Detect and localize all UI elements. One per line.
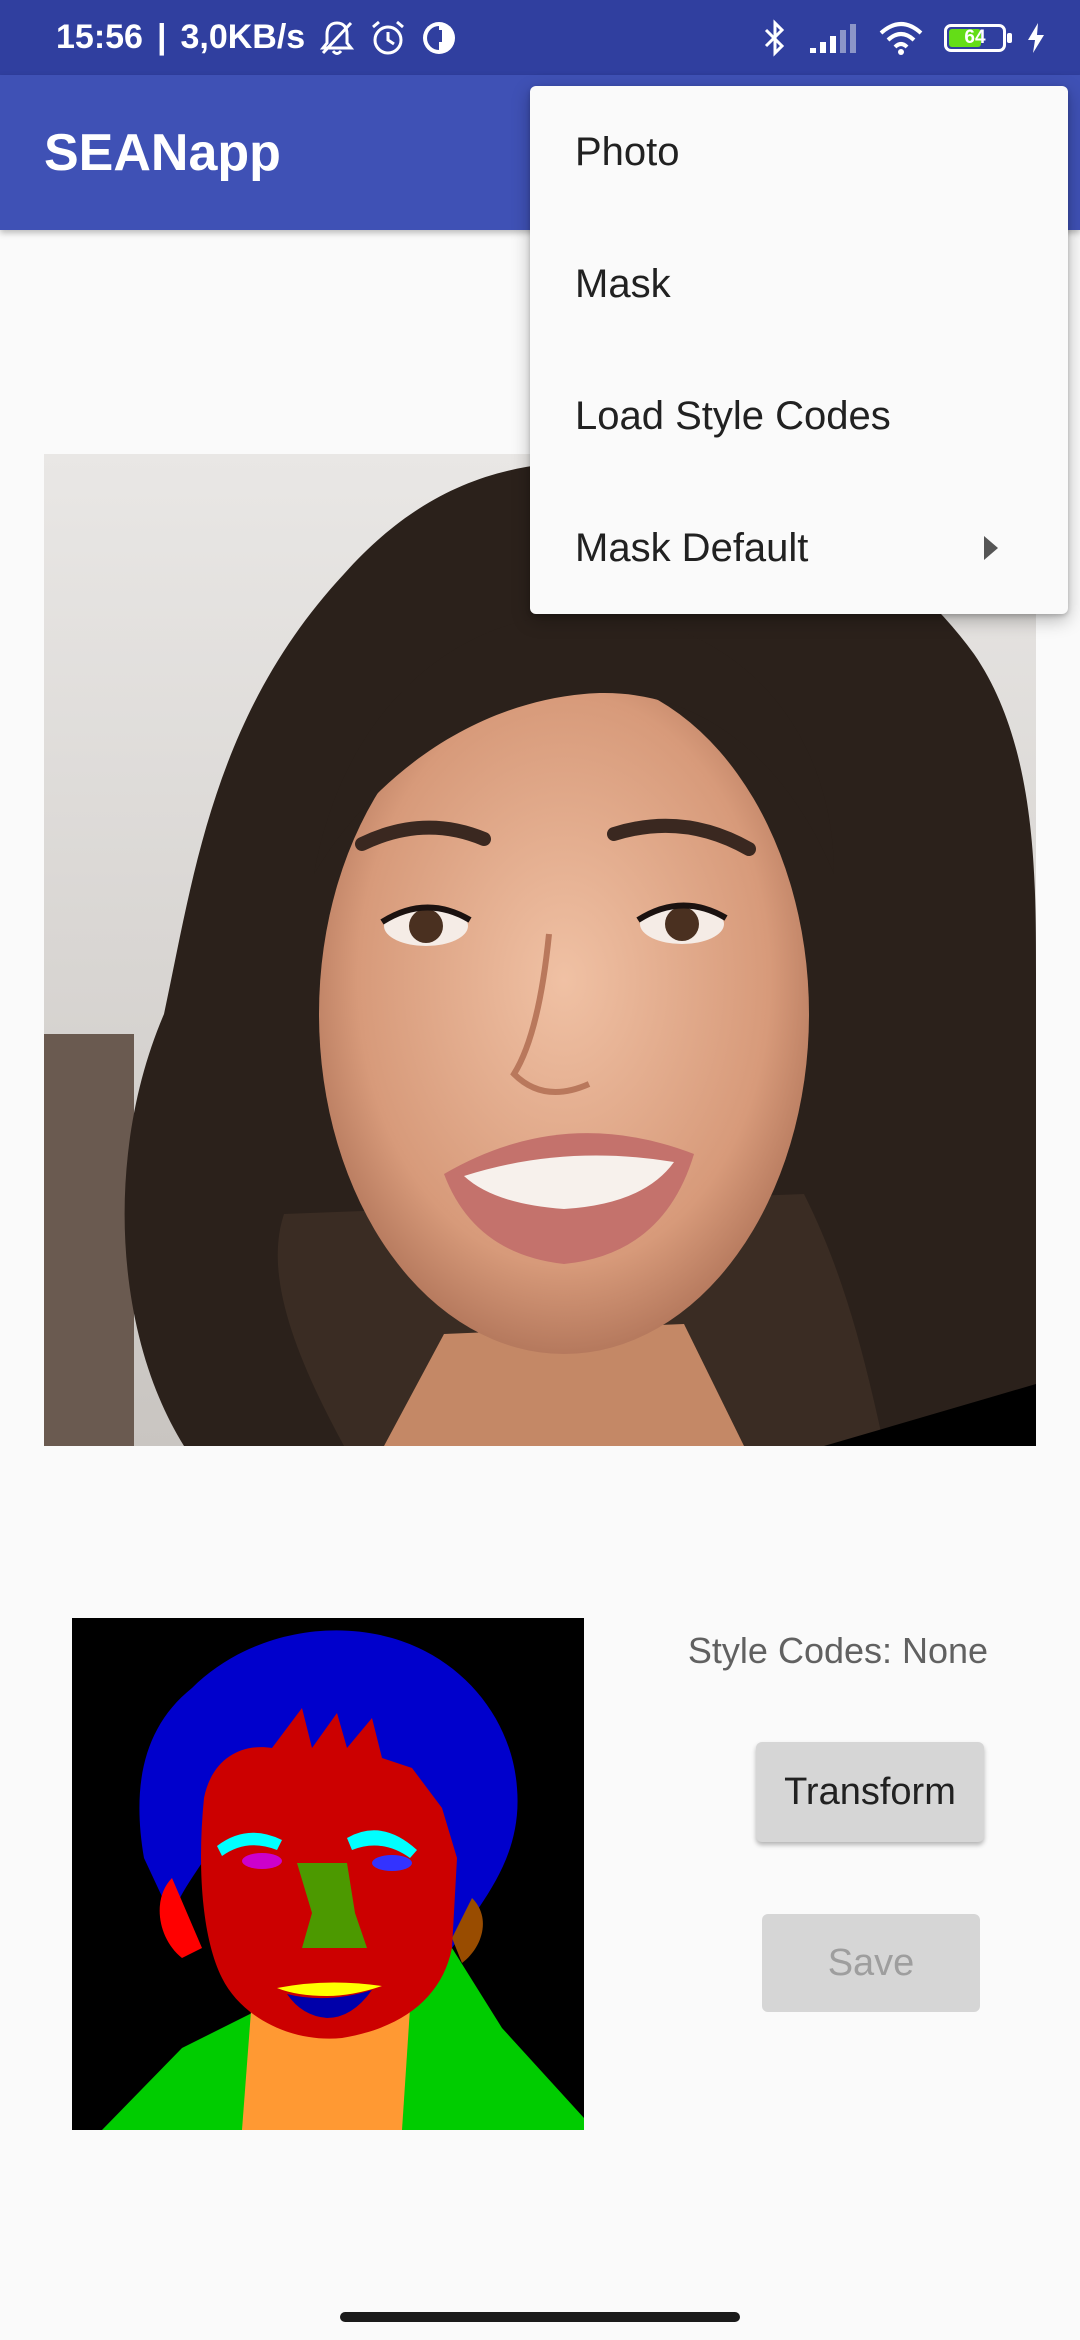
mask-image xyxy=(72,1618,584,2130)
network-speed: 3,0KB/s xyxy=(180,18,306,56)
status-bar: 15:56 | 3,0KB/s 64 xyxy=(0,0,1080,75)
vpn-icon xyxy=(421,20,457,56)
wifi-icon xyxy=(878,21,924,55)
menu-item-label: Mask xyxy=(575,261,671,306)
save-button[interactable]: Save xyxy=(762,1914,980,2012)
charging-icon xyxy=(1026,22,1046,54)
app-title: SEANapp xyxy=(44,123,281,182)
menu-item-label: Load Style Codes xyxy=(575,393,891,438)
style-codes-label: Style Codes: None xyxy=(687,1630,989,1671)
alarm-icon xyxy=(369,19,407,57)
signal-icon xyxy=(808,22,858,54)
segmentation-mask xyxy=(72,1618,584,2130)
status-separator: | xyxy=(156,18,167,56)
menu-item-label: Mask Default xyxy=(575,525,809,570)
menu-item-label: Photo xyxy=(575,129,680,174)
battery-level-text: 64 xyxy=(964,26,986,48)
menu-item-mask-default[interactable]: Mask Default xyxy=(530,482,1068,614)
menu-item-load-style-codes[interactable]: Load Style Codes xyxy=(530,350,1068,482)
overflow-menu: Photo Mask Load Style Codes Mask Default xyxy=(530,86,1068,614)
battery-icon: 64 xyxy=(944,23,1012,52)
home-indicator[interactable] xyxy=(340,2312,740,2322)
status-time: 15:56 xyxy=(56,18,143,56)
bluetooth-icon xyxy=(762,18,788,57)
menu-item-mask[interactable]: Mask xyxy=(530,218,1068,350)
menu-item-photo[interactable]: Photo xyxy=(530,86,1068,218)
notifications-off-icon xyxy=(319,19,355,57)
transform-button[interactable]: Transform xyxy=(756,1742,984,1842)
submenu-arrow-icon xyxy=(984,536,998,560)
